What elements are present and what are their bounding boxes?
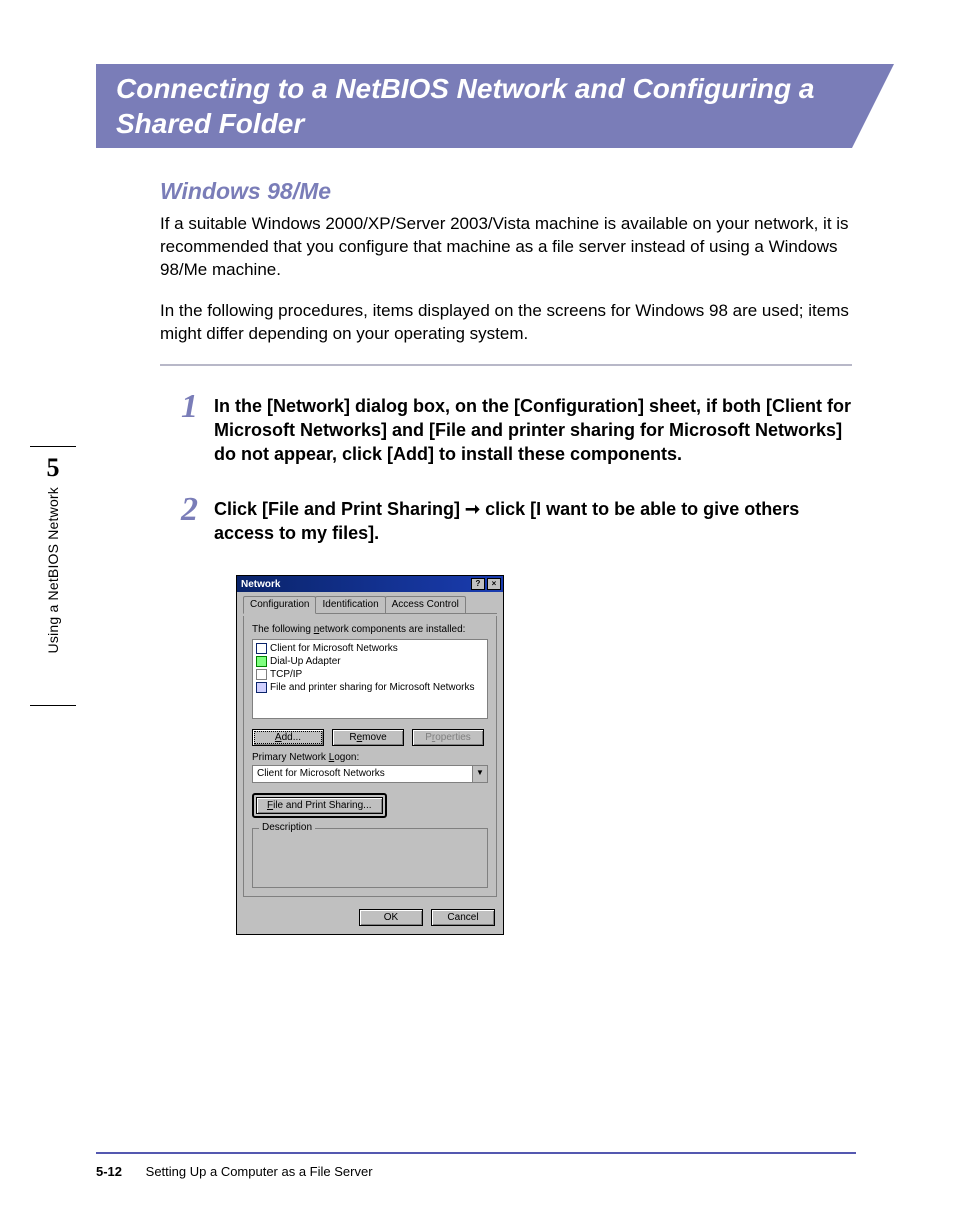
protocol-icon: [256, 669, 267, 680]
dialog-footer: OK Cancel: [237, 903, 503, 934]
primary-logon-label: Primary Network Logon:: [252, 752, 488, 763]
page-number: 5-12: [96, 1164, 122, 1179]
footer-section-title: Setting Up a Computer as a File Server: [146, 1164, 373, 1179]
dialog-titlebar: Network ? ×: [237, 576, 503, 592]
help-button[interactable]: ?: [471, 578, 485, 590]
chevron-down-icon[interactable]: ▼: [472, 766, 487, 782]
cancel-button[interactable]: Cancel: [431, 909, 495, 926]
adapter-icon: [256, 656, 267, 667]
tab-strip: Configuration Identification Access Cont…: [243, 596, 497, 614]
page-title-banner: Connecting to a NetBIOS Network and Conf…: [96, 64, 852, 148]
file-print-sharing-button[interactable]: File and Print Sharing...: [256, 797, 383, 814]
components-label: The following network components are ins…: [252, 624, 488, 635]
step-2-text: Click [File and Print Sharing] ➞ click […: [214, 497, 860, 546]
chapter-label: Using a NetBIOS Network: [45, 487, 61, 653]
remove-button[interactable]: Remove: [332, 729, 404, 746]
intro-paragraph-2: In the following procedures, items displ…: [160, 300, 860, 346]
dialog-body: Configuration Identification Access Cont…: [237, 592, 503, 903]
step-2: 2 Click [File and Print Sharing] ➞ click…: [160, 497, 860, 546]
list-item[interactable]: Client for Microsoft Networks: [256, 642, 484, 655]
list-item[interactable]: File and printer sharing for Microsoft N…: [256, 681, 484, 694]
chapter-side-tab: 5 Using a NetBIOS Network: [30, 446, 76, 706]
client-icon: [256, 643, 267, 654]
intro-paragraph-1: If a suitable Windows 2000/XP/Server 200…: [160, 213, 860, 282]
step-1: 1 In the [Network] dialog box, on the [C…: [160, 394, 860, 467]
step-2-number: 2: [160, 493, 214, 527]
network-dialog-screenshot: Network ? × Configuration Identification…: [236, 575, 860, 935]
list-item[interactable]: Dial-Up Adapter: [256, 655, 484, 668]
tab-access-control[interactable]: Access Control: [385, 596, 466, 613]
close-button[interactable]: ×: [487, 578, 501, 590]
configuration-panel: The following network components are ins…: [243, 616, 497, 897]
os-subheading: Windows 98/Me: [160, 178, 860, 205]
description-groupbox: Description: [252, 828, 488, 888]
chapter-number: 5: [47, 453, 60, 483]
tab-configuration[interactable]: Configuration: [243, 596, 316, 614]
separator-line: [160, 364, 852, 366]
ok-button[interactable]: OK: [359, 909, 423, 926]
footer-rule: [96, 1152, 856, 1154]
component-buttons: Add... Remove Properties: [252, 729, 488, 746]
file-print-sharing-highlight: File and Print Sharing...: [252, 793, 387, 818]
service-icon: [256, 682, 267, 693]
arrow-icon: ➞: [465, 499, 480, 519]
step-1-text: In the [Network] dialog box, on the [Con…: [214, 394, 860, 467]
content-area: Windows 98/Me If a suitable Windows 2000…: [160, 178, 860, 935]
add-button[interactable]: Add...: [252, 729, 324, 746]
primary-logon-combo[interactable]: Client for Microsoft Networks ▼: [252, 765, 488, 783]
step-2-text-a: Click [File and Print Sharing]: [214, 499, 465, 519]
network-dialog: Network ? × Configuration Identification…: [236, 575, 504, 935]
description-legend: Description: [259, 822, 315, 833]
primary-logon-value: Client for Microsoft Networks: [253, 766, 472, 782]
page-title: Connecting to a NetBIOS Network and Conf…: [116, 71, 828, 141]
dialog-title: Network: [241, 579, 280, 590]
tab-identification[interactable]: Identification: [315, 596, 385, 613]
components-listbox[interactable]: Client for Microsoft Networks Dial-Up Ad…: [252, 639, 488, 719]
properties-button[interactable]: Properties: [412, 729, 484, 746]
list-item[interactable]: TCP/IP: [256, 668, 484, 681]
page-footer: 5-12 Setting Up a Computer as a File Ser…: [96, 1164, 373, 1179]
step-1-number: 1: [160, 390, 214, 424]
